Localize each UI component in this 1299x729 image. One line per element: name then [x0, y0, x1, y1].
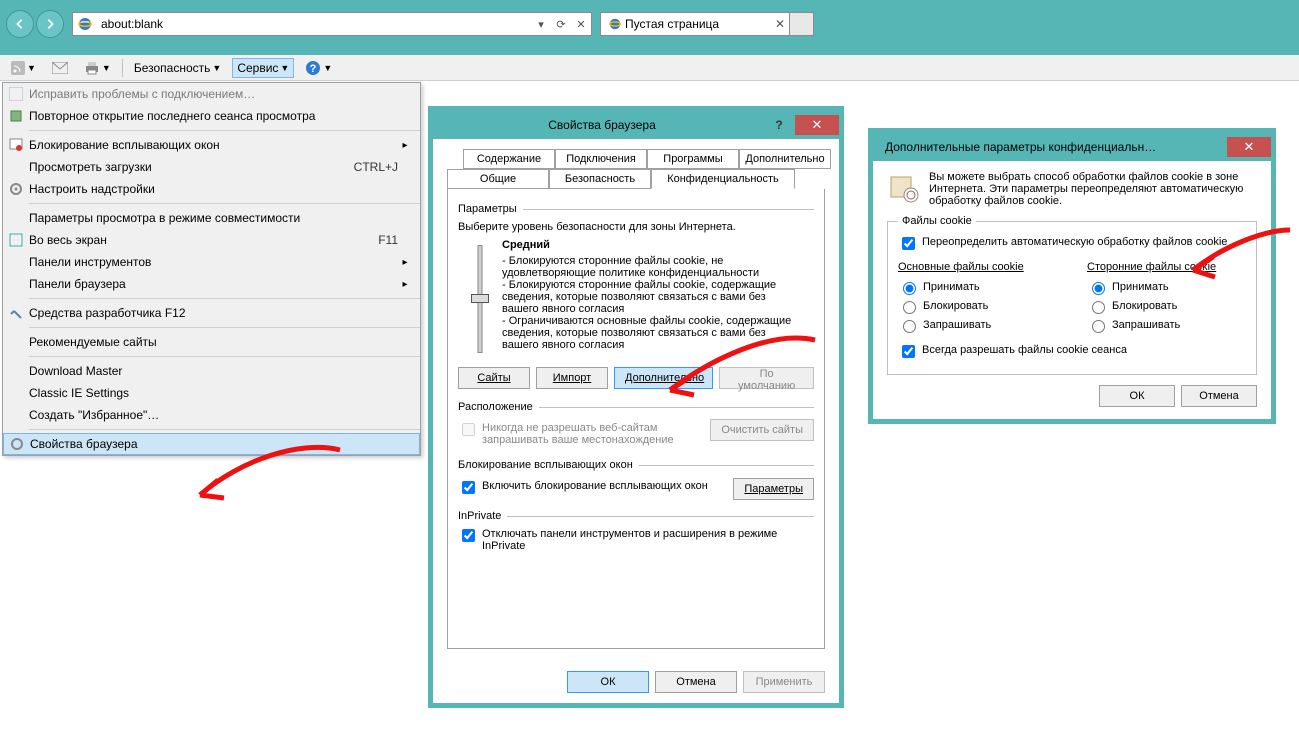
browser-tab[interactable]: Пустая страница ✕ — [600, 12, 790, 36]
tab-content[interactable]: Содержание — [463, 149, 555, 169]
tab-close-icon[interactable]: ✕ — [775, 17, 785, 31]
security-menu[interactable]: Безопасность▼ — [129, 58, 226, 78]
menu-reopen-session[interactable]: Повторное открытие последнего сеанса про… — [3, 105, 420, 127]
ok-button[interactable]: ОК — [567, 671, 649, 693]
tab-connections[interactable]: Подключения — [555, 149, 647, 169]
tools-menu[interactable]: Сервис▼ — [232, 58, 294, 78]
group-popup: Блокирование всплывающих окон — [458, 459, 633, 471]
menu-create-favorites[interactable]: Создать "Избранное"… — [3, 404, 420, 426]
tab-privacy[interactable]: Конфиденциальность — [651, 169, 795, 189]
tab-advanced[interactable]: Дополнительно — [739, 149, 831, 169]
intro-text: Вы можете выбрать способ обработки файло… — [929, 171, 1257, 207]
privacy-bullet-1: - Блокируются сторонние файлы cookie, не… — [502, 255, 792, 279]
third-party-header: Сторонние файлы cookie — [1087, 261, 1246, 273]
sites-button[interactable]: Сайты — [458, 367, 530, 389]
back-button[interactable] — [6, 10, 34, 38]
refresh-icon[interactable]: ⟳ — [551, 13, 571, 35]
url-input[interactable] — [97, 17, 531, 31]
stop-icon[interactable]: ✕ — [571, 13, 591, 35]
menu-compat-view[interactable]: Параметры просмотра в режиме совместимос… — [3, 207, 420, 229]
tab-programs[interactable]: Программы — [647, 149, 739, 169]
popup-params-button[interactable]: Параметры — [733, 478, 814, 500]
group-parameters: Параметры — [458, 203, 517, 215]
title-bar: ▾ ⟳ ✕ Пустая страница ✕ — [0, 0, 1299, 55]
tab-general[interactable]: Общие — [447, 169, 549, 189]
close-button[interactable]: ✕ — [1227, 137, 1271, 157]
advanced-privacy-dialog: Дополнительные параметры конфиденциальн…… — [872, 132, 1272, 420]
command-bar: ▼ ▼ Безопасность▼ Сервис▼ ?▼ — [0, 55, 1299, 81]
first-ask-radio[interactable] — [903, 320, 916, 333]
dialog2-title: Дополнительные параметры конфиденциальн… — [881, 140, 1227, 154]
menu-browser-panels[interactable]: Панели браузера▸ — [3, 273, 420, 295]
enable-popup-blocker-checkbox[interactable] — [462, 481, 475, 494]
svg-text:?: ? — [310, 63, 317, 75]
override-auto-label: Переопределить автоматическую обработку … — [922, 236, 1227, 248]
menu-classic-ie[interactable]: Classic IE Settings — [3, 382, 420, 404]
cancel-button[interactable]: Отмена — [655, 671, 737, 693]
close-button[interactable]: ✕ — [795, 115, 839, 135]
tools-dropdown-menu: Исправить проблемы с подключением… Повто… — [2, 82, 421, 456]
third-block-radio[interactable] — [1092, 301, 1105, 314]
enable-popup-blocker-label: Включить блокирование всплывающих окон — [482, 480, 708, 492]
cookies-legend: Файлы cookie — [898, 215, 976, 227]
privacy-slider[interactable] — [458, 239, 502, 359]
forward-button[interactable] — [36, 10, 64, 38]
menu-popup-blocker[interactable]: Блокирование всплывающих окон▸ — [3, 134, 420, 156]
menu-recommended-sites[interactable]: Рекомендуемые сайты — [3, 331, 420, 353]
menu-view-downloads[interactable]: Просмотреть загрузки CTRL+J — [3, 156, 420, 178]
menu-download-master[interactable]: Download Master — [3, 360, 420, 382]
menu-dev-tools[interactable]: Средства разработчика F12 — [3, 302, 420, 324]
group-inprivate: InPrivate — [458, 510, 501, 522]
disable-inprivate-ext-checkbox[interactable] — [462, 529, 475, 542]
select-level-text: Выберите уровень безопасности для зоны И… — [458, 221, 814, 233]
tab-title: Пустая страница — [625, 17, 719, 31]
group-location: Расположение — [458, 401, 533, 413]
cookies-fieldset: Файлы cookie Переопределить автоматическ… — [887, 215, 1257, 375]
apply-button: Применить — [743, 671, 825, 693]
session-cookies-checkbox[interactable] — [902, 345, 915, 358]
cookie-icon — [887, 171, 919, 207]
print-button[interactable]: ▼ — [79, 58, 116, 78]
tab-security[interactable]: Безопасность — [549, 169, 651, 189]
default-button: По умолчанию — [719, 367, 814, 389]
never-allow-location-label: Никогда не разрешать веб-сайтам запрашив… — [482, 422, 702, 446]
clear-sites-button: Очистить сайты — [710, 419, 814, 441]
disable-inprivate-ext-label: Отключать панели инструментов и расширен… — [482, 528, 814, 552]
dialog-title: Свойства браузера — [441, 118, 763, 132]
feed-button[interactable]: ▼ — [6, 58, 41, 78]
third-ask-radio[interactable] — [1092, 320, 1105, 333]
dialog-titlebar: Свойства браузера ? ✕ — [433, 111, 839, 139]
ie-favicon — [605, 17, 625, 31]
third-accept-radio[interactable] — [1092, 282, 1105, 295]
read-mail-button[interactable] — [47, 59, 73, 77]
privacy-bullet-2: - Блокируются сторонние файлы cookie, со… — [502, 279, 792, 315]
address-bar[interactable]: ▾ ⟳ ✕ — [72, 12, 592, 36]
import-button[interactable]: Импорт — [536, 367, 608, 389]
privacy-level-label: Средний — [502, 239, 550, 251]
menu-manage-addons[interactable]: Настроить надстройки — [3, 178, 420, 200]
ie-favicon — [73, 16, 97, 32]
menu-toolbars[interactable]: Панели инструментов▸ — [3, 251, 420, 273]
override-auto-checkbox[interactable] — [902, 237, 915, 250]
menu-fix-connection[interactable]: Исправить проблемы с подключением… — [3, 83, 420, 105]
first-block-radio[interactable] — [903, 301, 916, 314]
session-cookies-label: Всегда разрешать файлы cookie сеанса — [922, 344, 1127, 356]
cancel-button[interactable]: Отмена — [1181, 385, 1257, 407]
first-party-header: Основные файлы cookie — [898, 261, 1057, 273]
first-accept-radio[interactable] — [903, 282, 916, 295]
privacy-tab-panel: Параметры Выберите уровень безопасности … — [447, 189, 825, 649]
privacy-bullet-3: - Ограничиваются основные файлы cookie, … — [502, 315, 792, 351]
dropdown-icon[interactable]: ▾ — [531, 13, 551, 35]
never-allow-location-checkbox — [462, 423, 475, 436]
help-button[interactable]: ?▼ — [300, 57, 337, 79]
help-button[interactable]: ? — [763, 115, 795, 135]
menu-internet-options[interactable]: Свойства браузера — [3, 433, 420, 455]
internet-options-dialog: Свойства браузера ? ✕ Содержание Подключ… — [432, 110, 840, 704]
ok-button[interactable]: ОК — [1099, 385, 1175, 407]
menu-fullscreen[interactable]: Во весь экран F11 — [3, 229, 420, 251]
new-tab-button[interactable] — [790, 12, 814, 36]
advanced-button[interactable]: Дополнительно — [614, 367, 713, 389]
